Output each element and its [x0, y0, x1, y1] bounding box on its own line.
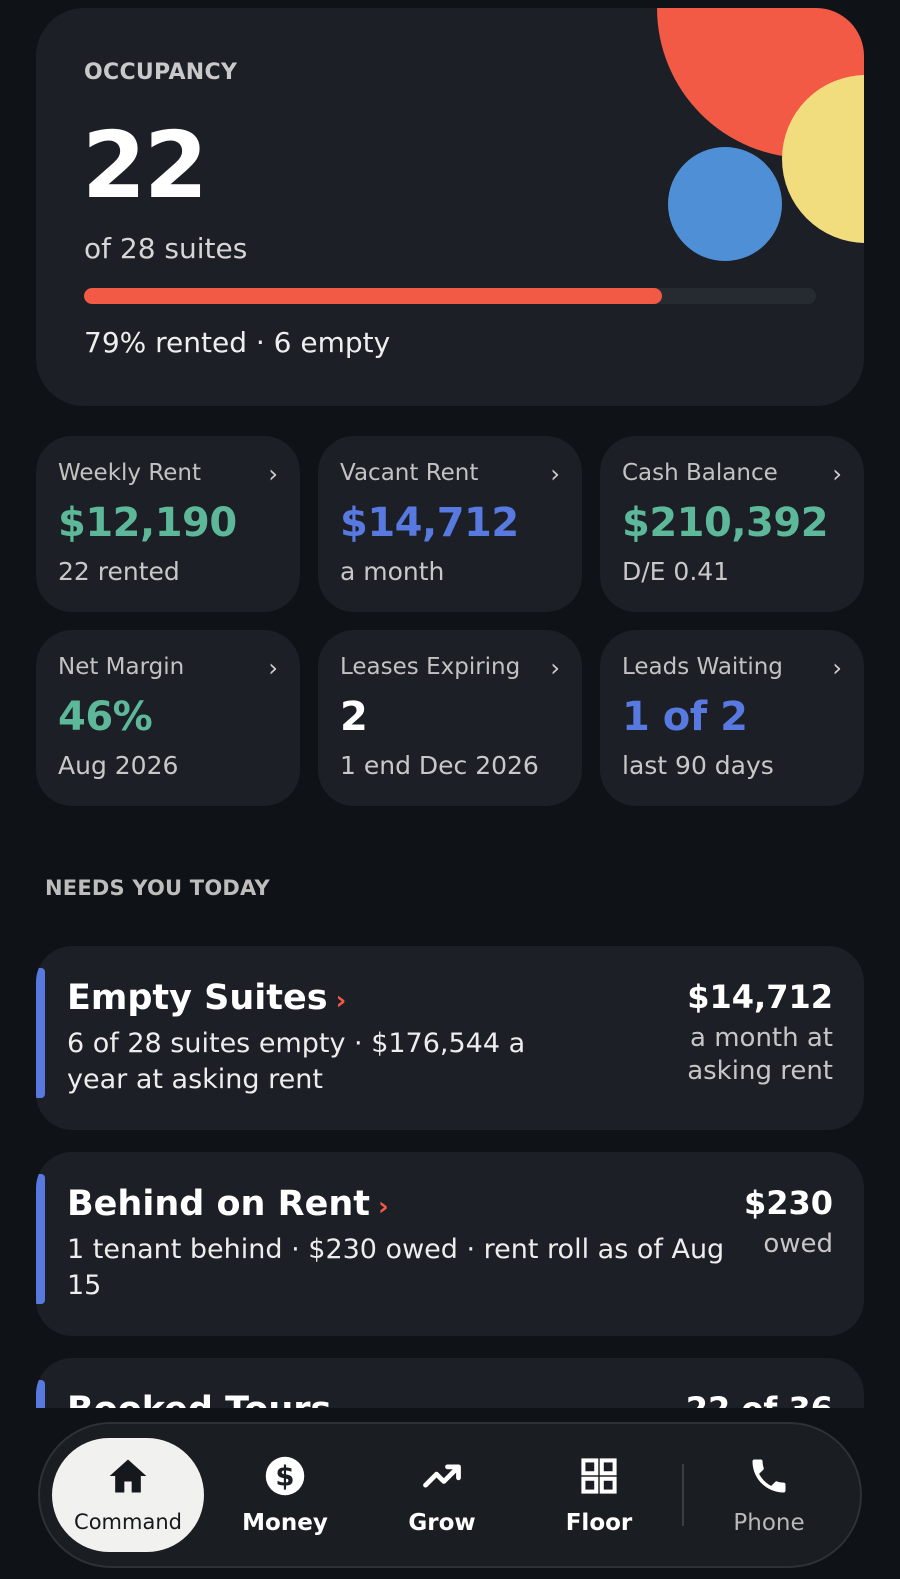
stat-value: $12,190: [58, 500, 237, 546]
occupancy-eyebrow: OCCUPANCY: [84, 60, 238, 85]
stat-label: Net Margin: [58, 654, 185, 680]
nav-label: Command: [74, 1510, 182, 1534]
occupancy-progress-track: [84, 288, 816, 304]
chevron-right-icon: ›: [832, 654, 842, 682]
phone-icon: [752, 1459, 786, 1493]
task-amount-caption: owed: [763, 1229, 833, 1259]
stat-subtext: a month: [340, 557, 445, 586]
home-icon: [109, 1459, 147, 1493]
occupancy-card[interactable]: OCCUPANCY 22 of 28 suites 79% rented · 6…: [36, 8, 864, 406]
trending-up-icon: [423, 1464, 461, 1488]
stat-card-weekly-rent[interactable]: Weekly Rent › $12,190 22 rented: [36, 436, 300, 612]
task-card-booked-tours[interactable]: Booked Tours 22 of 36: [36, 1358, 864, 1408]
decorative-blue-circle: [668, 147, 782, 261]
stat-value: $210,392: [622, 500, 829, 546]
stat-label: Weekly Rent: [58, 460, 202, 486]
stat-subtext: D/E 0.41: [622, 557, 730, 586]
svg-text:$: $: [275, 1461, 294, 1493]
occupancy-total: of 28 suites: [84, 232, 248, 265]
task-amount: $230: [743, 1184, 833, 1222]
stat-value: $14,712: [340, 500, 519, 546]
stat-card-net-margin[interactable]: Net Margin › 46% Aug 2026: [36, 630, 300, 806]
nav-tab-phone[interactable]: Phone: [694, 1438, 844, 1552]
nav-tab-floor[interactable]: Floor: [524, 1438, 674, 1552]
stat-card-vacant-rent[interactable]: Vacant Rent › $14,712 a month: [318, 436, 582, 612]
stat-value: 46%: [58, 694, 153, 740]
stat-label: Cash Balance: [622, 460, 778, 486]
occupancy-progress-fill: [84, 288, 663, 304]
stat-value: 1 of 2: [622, 694, 748, 740]
nav-label: Money: [242, 1510, 328, 1536]
task-card-behind-on-rent[interactable]: Behind on Rent › 1 tenant behind · $230 o…: [36, 1152, 864, 1336]
stat-subtext: 1 end Dec 2026: [340, 751, 539, 780]
bottom-navigation: Command $ Money Grow Floor Phone: [38, 1422, 862, 1568]
nav-label: Phone: [733, 1510, 805, 1536]
stat-subtext: Aug 2026: [58, 751, 179, 780]
stat-card-cash-balance[interactable]: Cash Balance › $210,392 D/E 0.41: [600, 436, 864, 612]
task-title: Empty Suites ›: [67, 978, 347, 1018]
nav-tab-command[interactable]: Command: [52, 1438, 204, 1552]
chevron-right-icon: ›: [377, 1192, 389, 1222]
stat-label: Vacant Rent: [340, 460, 479, 486]
task-amount: 22 of 36: [686, 1390, 833, 1408]
task-accent-bar: [36, 968, 45, 1098]
nav-tab-grow[interactable]: Grow: [367, 1438, 517, 1552]
task-accent-bar: [36, 1174, 45, 1304]
stat-subtext: 22 rented: [58, 557, 180, 586]
stat-card-leads-waiting[interactable]: Leads Waiting › 1 of 2 last 90 days: [600, 630, 864, 806]
stat-label: Leads Waiting: [622, 654, 783, 680]
task-amount: $14,712: [687, 978, 833, 1016]
occupancy-summary: 79% rented · 6 empty: [84, 326, 391, 359]
task-description: 1 tenant behind · $230 owed · rent roll …: [67, 1234, 725, 1301]
nav-label: Floor: [565, 1510, 633, 1536]
chevron-right-icon: ›: [832, 460, 842, 488]
occupancy-count: 22: [82, 112, 208, 219]
task-description: 6 of 28 suites empty · $176,544 a year a…: [67, 1028, 526, 1095]
stat-value: 2: [340, 694, 368, 740]
task-accent-bar: [36, 1380, 45, 1408]
dollar-icon: $: [265, 1456, 305, 1496]
task-card-empty-suites[interactable]: Empty Suites › 6 of 28 suites empty · $17…: [36, 946, 864, 1130]
stat-card-leases-expiring[interactable]: Leases Expiring › 2 1 end Dec 2026: [318, 630, 582, 806]
nav-tab-money[interactable]: $ Money: [210, 1438, 360, 1552]
nav-divider: [682, 1464, 684, 1526]
chevron-right-icon: ›: [550, 654, 560, 682]
stat-label: Leases Expiring: [340, 654, 521, 680]
stat-subtext: last 90 days: [622, 751, 774, 780]
task-title: Behind on Rent ›: [67, 1184, 389, 1224]
task-card-clip: Booked Tours 22 of 36: [36, 1358, 864, 1408]
chevron-right-icon: ›: [335, 986, 347, 1016]
task-title: Booked Tours: [67, 1390, 331, 1408]
nav-label: Grow: [408, 1510, 476, 1536]
task-amount-caption: a month at asking rent: [687, 1023, 833, 1086]
chevron-right-icon: ›: [268, 654, 278, 682]
chevron-right-icon: ›: [550, 460, 560, 488]
section-title-needs-you-today: NEEDS YOU TODAY: [45, 876, 270, 900]
chevron-right-icon: ›: [268, 460, 278, 488]
grid-icon: [581, 1458, 617, 1494]
